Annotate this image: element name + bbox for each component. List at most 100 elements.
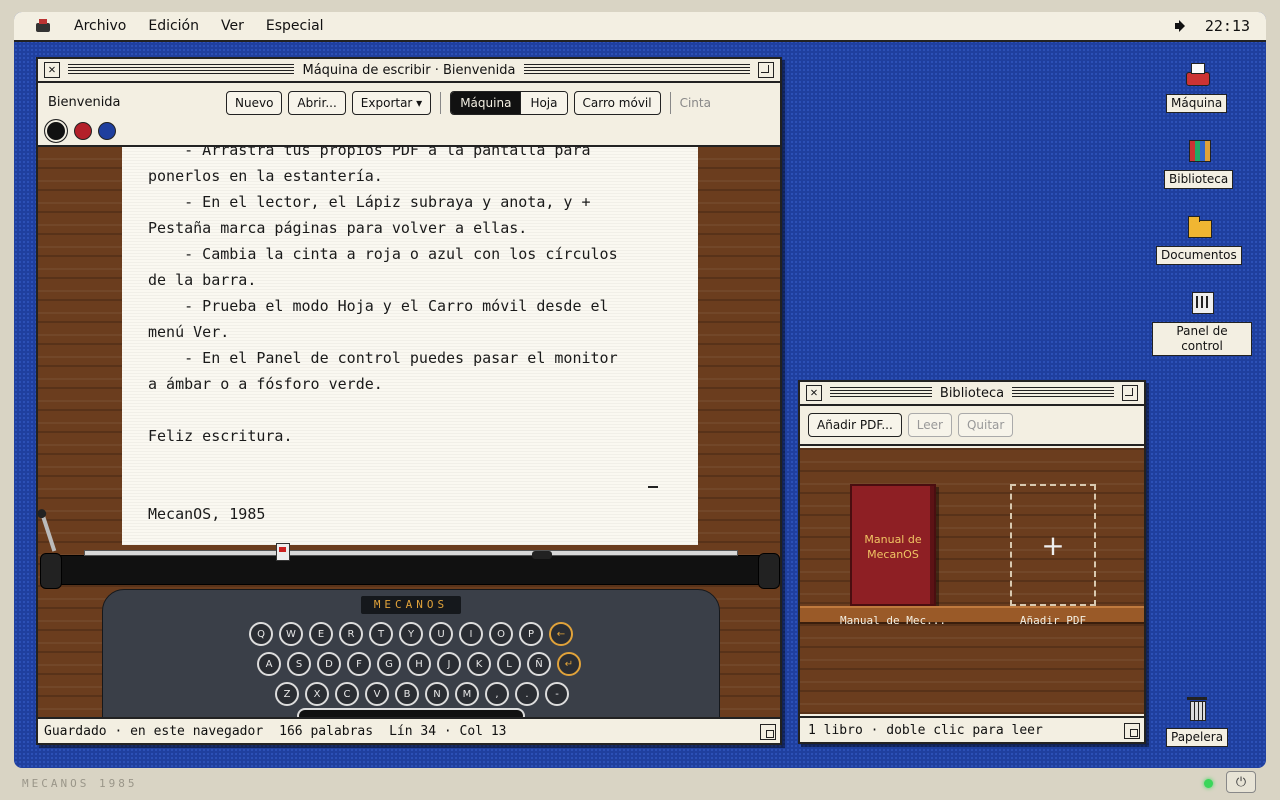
library-status-bar: 1 libro · doble clic para leer bbox=[800, 716, 1144, 742]
typewriter-desk: - Arrastra tus propios PDF a la pantalla… bbox=[38, 147, 780, 719]
ribbon-black-swatch[interactable] bbox=[44, 119, 68, 143]
paper-sheet[interactable]: - Arrastra tus propios PDF a la pantalla… bbox=[122, 147, 698, 545]
paper-line: menú Ver. bbox=[148, 323, 230, 341]
key-z[interactable]: Z bbox=[275, 682, 299, 706]
save-status: Guardado · en este navegador bbox=[44, 723, 264, 739]
mode-sheet-button[interactable]: Hoja bbox=[520, 92, 567, 114]
bookshelf: Manual de MecanOS + Manual de Mec... Aña… bbox=[800, 448, 1144, 714]
book-manual[interactable]: Manual de MecanOS bbox=[850, 484, 936, 606]
zoom-icon[interactable] bbox=[1122, 385, 1138, 401]
add-pdf-slot[interactable]: + bbox=[1010, 484, 1096, 606]
trash-icon bbox=[1183, 694, 1211, 722]
close-icon[interactable]: ✕ bbox=[44, 62, 60, 78]
key-t[interactable]: T bbox=[369, 622, 393, 646]
menu-ver[interactable]: Ver bbox=[221, 18, 244, 34]
window-title: Biblioteca bbox=[931, 385, 1013, 401]
remove-button[interactable]: Quitar bbox=[957, 413, 1014, 437]
key-v[interactable]: V bbox=[365, 682, 389, 706]
resize-icon[interactable] bbox=[1124, 723, 1140, 739]
desktop-icon-maquina[interactable]: Máquina bbox=[1166, 60, 1228, 113]
desktop-icon-label: Panel de control bbox=[1152, 322, 1252, 356]
cursor-position: Lín 34 · Col 13 bbox=[389, 723, 507, 739]
monitor-bezel: Archivo Edición Ver Especial 22:13 ✕ Máq… bbox=[0, 0, 1280, 800]
add-pdf-button[interactable]: Añadir PDF... bbox=[808, 413, 902, 437]
key-.[interactable]: . bbox=[515, 682, 539, 706]
key-w[interactable]: W bbox=[279, 622, 303, 646]
key-p[interactable]: P bbox=[519, 622, 543, 646]
mode-toggle: Máquina Hoja bbox=[450, 91, 568, 115]
desktop-icon-biblioteca[interactable]: Biblioteca bbox=[1164, 136, 1234, 189]
desktop-icon-label: Máquina bbox=[1166, 94, 1228, 113]
key--[interactable]: - bbox=[545, 682, 569, 706]
word-count: 166 palabras bbox=[279, 723, 374, 739]
toolbar: Bienvenida Nuevo Abrir... Exportar ▾ Máq… bbox=[38, 83, 780, 147]
key-h[interactable]: H bbox=[407, 652, 431, 676]
key-s[interactable]: S bbox=[287, 652, 311, 676]
window-titlebar[interactable]: ✕ Biblioteca bbox=[800, 382, 1144, 406]
zoom-icon[interactable] bbox=[758, 62, 774, 78]
key-k[interactable]: K bbox=[467, 652, 491, 676]
desktop-icon-documentos[interactable]: Documentos bbox=[1156, 212, 1242, 265]
export-button[interactable]: Exportar ▾ bbox=[351, 91, 432, 115]
paper-line: - Prueba el modo Hoja y el Carro móvil d… bbox=[148, 297, 609, 315]
key-l[interactable]: L bbox=[497, 652, 521, 676]
paper-line: Pestaña marca páginas para volver a ella… bbox=[148, 219, 528, 237]
key-e[interactable]: E bbox=[309, 622, 333, 646]
typewriter-body: MECANOS Q W E R T Y U I O P ← A S D F G H J K L Ñ ↵ ZXCVBNM,… bbox=[102, 589, 720, 719]
key-n[interactable]: N bbox=[425, 682, 449, 706]
key-b[interactable]: B bbox=[395, 682, 419, 706]
power-button[interactable]: ⏻ bbox=[1226, 771, 1256, 793]
key-j[interactable]: J bbox=[437, 652, 461, 676]
key-c[interactable]: C bbox=[335, 682, 359, 706]
carriage-lever[interactable] bbox=[40, 512, 57, 552]
key-a[interactable]: A bbox=[257, 652, 281, 676]
desktop-icon-panel-de-control[interactable]: Panel de control bbox=[1152, 288, 1252, 356]
platen-knob-right[interactable] bbox=[758, 553, 780, 589]
speaker-icon[interactable] bbox=[1174, 20, 1191, 32]
new-button[interactable]: Nuevo bbox=[226, 91, 283, 115]
key-i[interactable]: I bbox=[459, 622, 483, 646]
key-g[interactable]: G bbox=[377, 652, 401, 676]
key-q[interactable]: Q bbox=[249, 622, 273, 646]
key-enter[interactable]: ↵ bbox=[557, 652, 581, 676]
paper-line bbox=[148, 449, 672, 475]
platen bbox=[42, 555, 776, 585]
folder-icon bbox=[1185, 212, 1213, 240]
paper-line: - En el Panel de control puedes pasar el… bbox=[148, 349, 618, 367]
window-titlebar[interactable]: ✕ Máquina de escribir · Bienvenida bbox=[38, 59, 780, 83]
platen-knob-left[interactable] bbox=[40, 553, 62, 589]
key-ñ[interactable]: Ñ bbox=[527, 652, 551, 676]
key-o[interactable]: O bbox=[489, 622, 513, 646]
read-button[interactable]: Leer bbox=[907, 413, 952, 437]
menu-archivo[interactable]: Archivo bbox=[74, 18, 126, 34]
open-button[interactable]: Abrir... bbox=[288, 91, 346, 115]
power-led bbox=[1204, 779, 1213, 788]
window-title: Máquina de escribir · Bienvenida bbox=[294, 62, 524, 78]
key-d[interactable]: D bbox=[317, 652, 341, 676]
key-,[interactable]: , bbox=[485, 682, 509, 706]
carriage-indicator bbox=[276, 543, 290, 561]
key-backspace[interactable]: ← bbox=[549, 622, 573, 646]
screen: Archivo Edición Ver Especial 22:13 ✕ Máq… bbox=[14, 12, 1266, 768]
resize-icon[interactable] bbox=[760, 724, 776, 740]
close-icon[interactable]: ✕ bbox=[806, 385, 822, 401]
key-r[interactable]: R bbox=[339, 622, 363, 646]
carriage-button[interactable]: Carro móvil bbox=[573, 91, 661, 115]
books-icon bbox=[1185, 136, 1213, 164]
menu-edicion[interactable]: Edición bbox=[148, 18, 199, 34]
paper-line: - Arrastra tus propios PDF a la pantalla… bbox=[148, 147, 591, 159]
key-m[interactable]: M bbox=[455, 682, 479, 706]
book-cover-subtitle: MecanOS bbox=[867, 548, 919, 561]
menu-bar: Archivo Edición Ver Especial 22:13 bbox=[14, 12, 1266, 42]
typewriter-icon[interactable] bbox=[34, 19, 52, 33]
library-window: ✕ Biblioteca Añadir PDF... Leer Quitar M… bbox=[798, 380, 1146, 744]
ribbon-blue-swatch[interactable] bbox=[98, 122, 116, 140]
key-f[interactable]: F bbox=[347, 652, 371, 676]
ribbon-red-swatch[interactable] bbox=[74, 122, 92, 140]
mode-machine-button[interactable]: Máquina bbox=[451, 92, 521, 114]
key-u[interactable]: U bbox=[429, 622, 453, 646]
desktop-icon-papelera[interactable]: Papelera bbox=[1166, 694, 1229, 747]
menu-especial[interactable]: Especial bbox=[266, 18, 324, 34]
key-x[interactable]: X bbox=[305, 682, 329, 706]
key-y[interactable]: Y bbox=[399, 622, 423, 646]
